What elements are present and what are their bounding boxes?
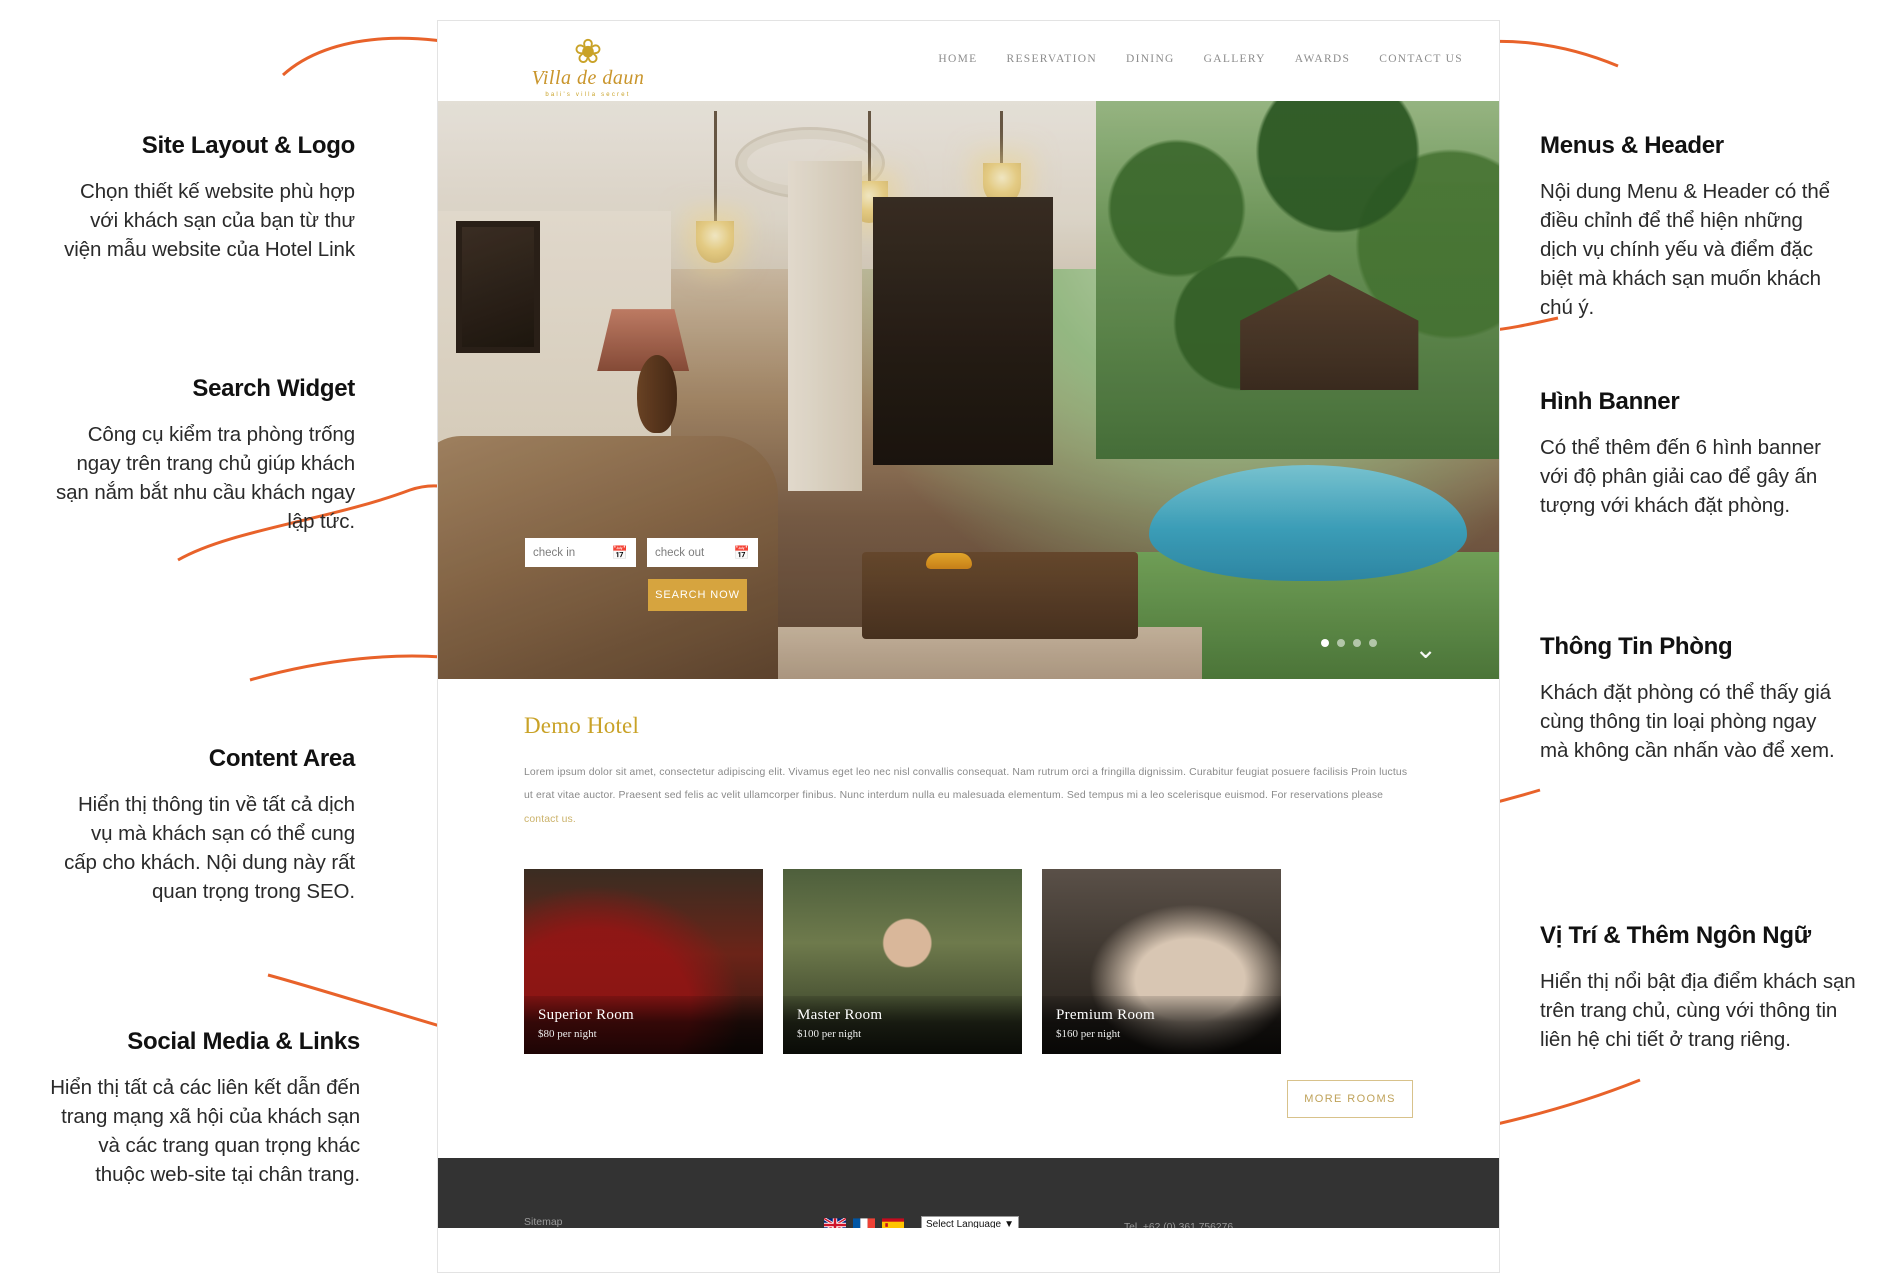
- callout-vi-tri-them-ngon-ngu: Vị Trí & Thêm Ngôn Ngữ Hiển thị nổi bật …: [1540, 922, 1860, 1054]
- nav-item-dining[interactable]: DINING: [1126, 53, 1175, 65]
- callout-body: Khách đặt phòng có thể thấy giá cùng thô…: [1540, 680, 1835, 763]
- callout-body: Nội dung Menu & Header có thể điều chỉnh…: [1540, 179, 1830, 320]
- room-name: Premium Room: [1056, 1007, 1156, 1024]
- callout-search-widget: Search Widget Công cụ kiểm tra phòng trố…: [55, 375, 355, 536]
- room-cards: Superior Room $80 per night Master Room …: [524, 869, 1413, 1055]
- intro-paragraph: Lorem ipsum dolor sit amet, consectetur …: [524, 761, 1413, 831]
- content-area: Demo Hotel Lorem ipsum dolor sit amet, c…: [438, 679, 1499, 1159]
- nav-item-reservation[interactable]: RESERVATION: [1006, 53, 1096, 65]
- calendar-icon[interactable]: 📅: [612, 546, 628, 559]
- hero-slide-dot[interactable]: [1353, 639, 1361, 647]
- callout-body: Công cụ kiểm tra phòng trống ngay trên t…: [55, 422, 355, 534]
- room-caption: Master Room $100 per night: [783, 996, 1022, 1055]
- room-price: $80 per night: [538, 1028, 597, 1041]
- hero-banner: check in 📅 check out 📅 SEARCH NOW ⌄: [438, 101, 1499, 679]
- website-mockup: ❀ Villa de daun bali's villa secret HOME…: [437, 20, 1500, 1273]
- room-card[interactable]: Premium Room $160 per night: [1042, 869, 1281, 1055]
- logo-name: Villa de daun: [531, 67, 645, 89]
- callout-content-area: Content Area Hiển thị thông tin về tất c…: [55, 745, 355, 906]
- callout-menus-header: Menus & Header Nội dung Menu & Header có…: [1540, 132, 1840, 322]
- room-card[interactable]: Master Room $100 per night: [783, 869, 1022, 1055]
- callout-body: Chọn thiết kế website phù hợp với khách …: [64, 179, 355, 262]
- nav-item-gallery[interactable]: GALLERY: [1204, 53, 1266, 65]
- callout-body: Hiển thị nổi bật địa điểm khách sạn trên…: [1540, 969, 1856, 1052]
- check-out-placeholder: check out: [655, 546, 705, 559]
- room-price: $100 per night: [797, 1028, 862, 1041]
- callout-title: Site Layout & Logo: [141, 132, 356, 159]
- search-now-button[interactable]: SEARCH NOW: [648, 579, 747, 611]
- logo-tagline: bali's villa secret: [545, 92, 631, 98]
- callout-title: Social Media & Links: [127, 1028, 360, 1055]
- room-price: $160 per night: [1056, 1028, 1121, 1041]
- callout-title: Vị Trí & Thêm Ngôn Ngữ: [1540, 922, 1811, 949]
- more-rooms-row: MORE ROOMS: [524, 1080, 1413, 1158]
- callout-title: Hình Banner: [1540, 388, 1680, 415]
- hero-slide-dot[interactable]: [1337, 639, 1345, 647]
- footer-link-sitemap[interactable]: Sitemap: [524, 1216, 824, 1228]
- check-in-input[interactable]: check in 📅: [525, 538, 636, 567]
- scroll-down-chevron-icon[interactable]: ⌄: [1414, 636, 1437, 663]
- callout-body: Hiển thị tất cả các liên kết dẫn đến tra…: [50, 1075, 360, 1187]
- callout-hinh-banner: Hình Banner Có thể thêm đến 6 hình banne…: [1540, 388, 1840, 520]
- callout-title: Search Widget: [192, 375, 355, 402]
- hero-slide-dot[interactable]: [1369, 639, 1377, 647]
- page-title: Demo Hotel: [524, 713, 640, 738]
- site-header: ❀ Villa de daun bali's villa secret HOME…: [438, 21, 1499, 101]
- check-in-placeholder: check in: [533, 546, 576, 559]
- room-card[interactable]: Superior Room $80 per night: [524, 869, 763, 1055]
- callout-thong-tin-phong: Thông Tin Phòng Khách đặt phòng có thể t…: [1540, 633, 1840, 765]
- contact-us-link[interactable]: contact us.: [524, 814, 576, 825]
- calendar-icon[interactable]: 📅: [734, 546, 750, 559]
- callout-site-layout-logo: Site Layout & Logo Chọn thiết kế website…: [55, 132, 355, 264]
- nav-item-home[interactable]: HOME: [938, 53, 977, 65]
- nav-item-contact-us[interactable]: CONTACT US: [1379, 53, 1463, 65]
- nav-item-awards[interactable]: AWARDS: [1295, 53, 1350, 65]
- room-name: Master Room: [797, 1007, 883, 1024]
- callout-body: Có thể thêm đến 6 hình banner với độ phâ…: [1540, 435, 1821, 518]
- room-name: Superior Room: [538, 1007, 634, 1024]
- callout-title: Menus & Header: [1540, 132, 1724, 159]
- site-logo[interactable]: ❀ Villa de daun bali's villa secret: [518, 35, 658, 98]
- room-caption: Premium Room $160 per night: [1042, 996, 1281, 1055]
- callout-title: Thông Tin Phòng: [1540, 633, 1733, 660]
- hero-slide-dot[interactable]: [1321, 639, 1329, 647]
- intro-text: Lorem ipsum dolor sit amet, consectetur …: [524, 767, 1408, 802]
- booking-search-widget: check in 📅 check out 📅 SEARCH NOW: [525, 538, 758, 611]
- hero-slide-dots[interactable]: [1321, 639, 1377, 647]
- check-out-input[interactable]: check out 📅: [647, 538, 758, 567]
- room-caption: Superior Room $80 per night: [524, 996, 763, 1055]
- main-navigation: HOME RESERVATION DINING GALLERY AWARDS C…: [938, 53, 1463, 65]
- callout-title: Content Area: [208, 745, 356, 772]
- callout-social-media-links: Social Media & Links Hiển thị tất cả các…: [48, 1028, 360, 1189]
- flame-icon: ❀: [573, 33, 603, 71]
- footer-white-strip: [438, 1228, 1499, 1272]
- more-rooms-button[interactable]: MORE ROOMS: [1287, 1080, 1413, 1119]
- callout-body: Hiển thị thông tin về tất cả dịch vụ mà …: [64, 792, 355, 904]
